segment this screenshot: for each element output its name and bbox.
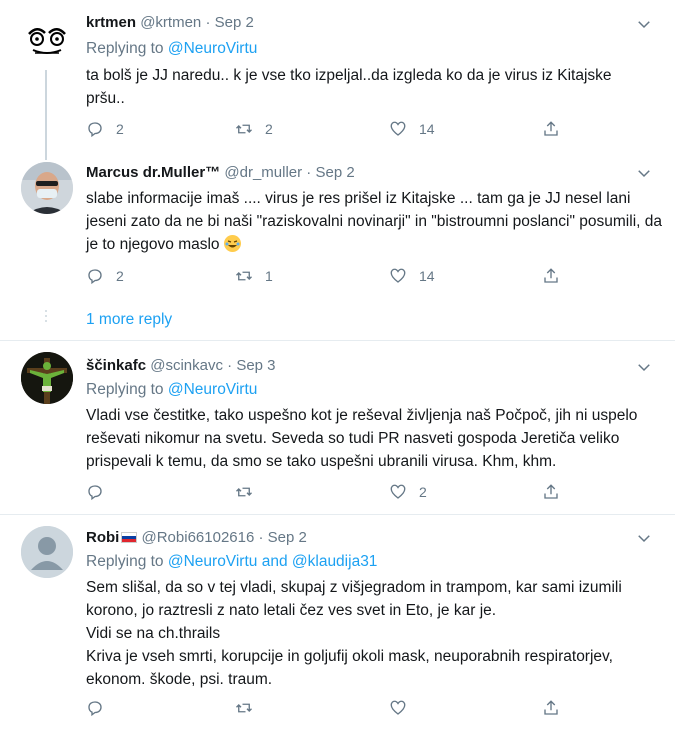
chevron-down-icon[interactable] — [635, 358, 653, 376]
tweet-text-line: Sem slišal, da so v tej vladi, skupaj z … — [86, 579, 622, 619]
meme-face-avatar-icon — [21, 14, 73, 66]
reply-icon — [88, 701, 102, 717]
user-handle[interactable]: @dr_muller — [224, 164, 302, 181]
reply-icon — [88, 269, 102, 285]
reply-button[interactable] — [86, 697, 116, 719]
share-icon — [544, 484, 558, 499]
reply-button[interactable]: 2 — [86, 118, 124, 140]
display-name[interactable]: krtmen — [86, 14, 136, 31]
like-count: 14 — [419, 121, 435, 137]
like-button[interactable]: 2 — [389, 481, 427, 503]
tweet-actions — [86, 697, 566, 719]
cross-figure-avatar-icon — [21, 352, 73, 404]
retweet-icon — [236, 703, 252, 713]
retweet-button[interactable]: 1 — [235, 265, 273, 287]
heart-icon — [390, 484, 406, 499]
masked-man-avatar-icon — [21, 162, 73, 214]
thread-line — [45, 70, 47, 160]
tweet-robi[interactable]: Robi @Robi66102616 · Sep 2 Replying to @… — [0, 515, 675, 730]
show-more-replies-link[interactable]: 1 more reply — [86, 311, 172, 329]
avatar[interactable] — [21, 162, 73, 214]
reply-icon — [88, 122, 102, 138]
reply-button[interactable]: 2 — [86, 265, 124, 287]
thread-dots — [44, 310, 48, 325]
separator-dot: · — [306, 164, 312, 181]
reply-button[interactable] — [86, 481, 116, 503]
tweet-text: Vladi vse čestitke, tako uspešno kot je … — [86, 407, 638, 470]
tweet-actions: 2 2 14 — [86, 118, 566, 140]
tweet-text-line: Kriva je vseh smrti, korupcije in goljuf… — [86, 648, 613, 688]
reply-icon — [88, 485, 102, 501]
heart-icon — [390, 268, 406, 283]
display-name[interactable]: Marcus dr.Muller™ — [86, 164, 220, 181]
share-button[interactable] — [542, 697, 560, 719]
chevron-down-icon[interactable] — [635, 529, 653, 547]
chevron-down-icon[interactable] — [635, 15, 653, 33]
retweet-button[interactable] — [235, 481, 265, 503]
share-icon — [544, 700, 558, 715]
tweet-text: slabe informacije imaš .... virus je res… — [86, 190, 662, 253]
chevron-down-icon[interactable] — [635, 164, 653, 182]
tweet-date[interactable]: Sep 2 — [268, 529, 307, 546]
replying-to: Replying to @NeuroVirtu — [86, 381, 258, 398]
tweet-text-line: Vidi se na ch.thrails — [86, 625, 221, 642]
avatar[interactable] — [21, 526, 73, 578]
tweet-krtmen[interactable]: krtmen @krtmen · Sep 2 Replying to @Neur… — [0, 0, 675, 160]
like-count: 2 — [419, 484, 427, 500]
reply-mention-link[interactable]: @NeuroVirtu — [168, 40, 258, 57]
tweet-dr-muller[interactable]: Marcus dr.Muller™ @dr_muller · Sep 2 sla… — [0, 150, 675, 300]
retweet-button[interactable]: 2 — [235, 118, 273, 140]
default-profile-avatar-icon — [21, 526, 73, 578]
like-button[interactable]: 14 — [389, 118, 435, 140]
tweet-date[interactable]: Sep 2 — [215, 14, 254, 31]
share-button[interactable] — [542, 118, 560, 140]
retweet-count: 1 — [265, 268, 273, 284]
user-handle[interactable]: @krtmen — [140, 14, 201, 31]
replying-to: Replying to @NeuroVirtu — [86, 40, 258, 57]
heart-icon — [390, 121, 406, 136]
tweet-text: ta bolš je JJ naredu.. k je vse tko izpe… — [86, 67, 612, 107]
tweet-header: Robi @Robi66102616 · Sep 2 — [86, 528, 307, 548]
share-button[interactable] — [542, 265, 560, 287]
user-handle[interactable]: @Robi66102616 — [142, 529, 255, 546]
heart-icon — [390, 700, 406, 715]
retweet-button[interactable] — [235, 697, 265, 719]
retweet-icon — [236, 271, 252, 281]
slovenia-flag-icon — [121, 532, 138, 543]
like-button[interactable]: 14 — [389, 265, 435, 287]
like-count: 14 — [419, 268, 435, 284]
reply-count: 2 — [116, 121, 124, 137]
reply-mention-link[interactable]: @NeuroVirtu — [168, 553, 258, 570]
reply-count: 2 — [116, 268, 124, 284]
tweet-header: ščinkafc @scinkavc · Sep 3 — [86, 356, 276, 376]
reply-mention-link[interactable]: @NeuroVirtu — [168, 381, 258, 398]
tweet-header: krtmen @krtmen · Sep 2 — [86, 13, 254, 33]
tweet-date[interactable]: Sep 2 — [315, 164, 354, 181]
separator-dot: · — [227, 357, 233, 374]
share-button[interactable] — [542, 481, 560, 503]
avatar[interactable] — [21, 14, 73, 66]
retweet-count: 2 — [265, 121, 273, 137]
laughing-emoji-icon — [223, 235, 241, 252]
share-icon — [544, 121, 558, 136]
tweet-actions: 2 — [86, 481, 566, 503]
separator-dot: · — [258, 529, 264, 546]
tweet-header: Marcus dr.Muller™ @dr_muller · Sep 2 — [86, 163, 355, 183]
retweet-icon — [236, 124, 252, 134]
avatar[interactable] — [21, 352, 73, 404]
tweet-date[interactable]: Sep 3 — [236, 357, 275, 374]
like-button[interactable] — [389, 697, 419, 719]
display-name[interactable]: ščinkafc — [86, 357, 146, 374]
replying-to: Replying to @NeuroVirtu and @klaudija31 — [86, 553, 378, 570]
separator-dot: · — [205, 14, 211, 31]
tweet-scinkafc[interactable]: ščinkafc @scinkavc · Sep 3 Replying to @… — [0, 341, 675, 514]
reply-mention-link[interactable]: @klaudija31 — [292, 553, 378, 570]
share-icon — [544, 268, 558, 283]
display-name[interactable]: Robi — [86, 529, 119, 546]
user-handle[interactable]: @scinkavc — [150, 357, 223, 374]
tweet-text: Sem slišal, da so v tej vladi, skupaj z … — [86, 576, 656, 691]
tweet-actions: 2 1 14 — [86, 265, 566, 287]
retweet-icon — [236, 487, 252, 497]
